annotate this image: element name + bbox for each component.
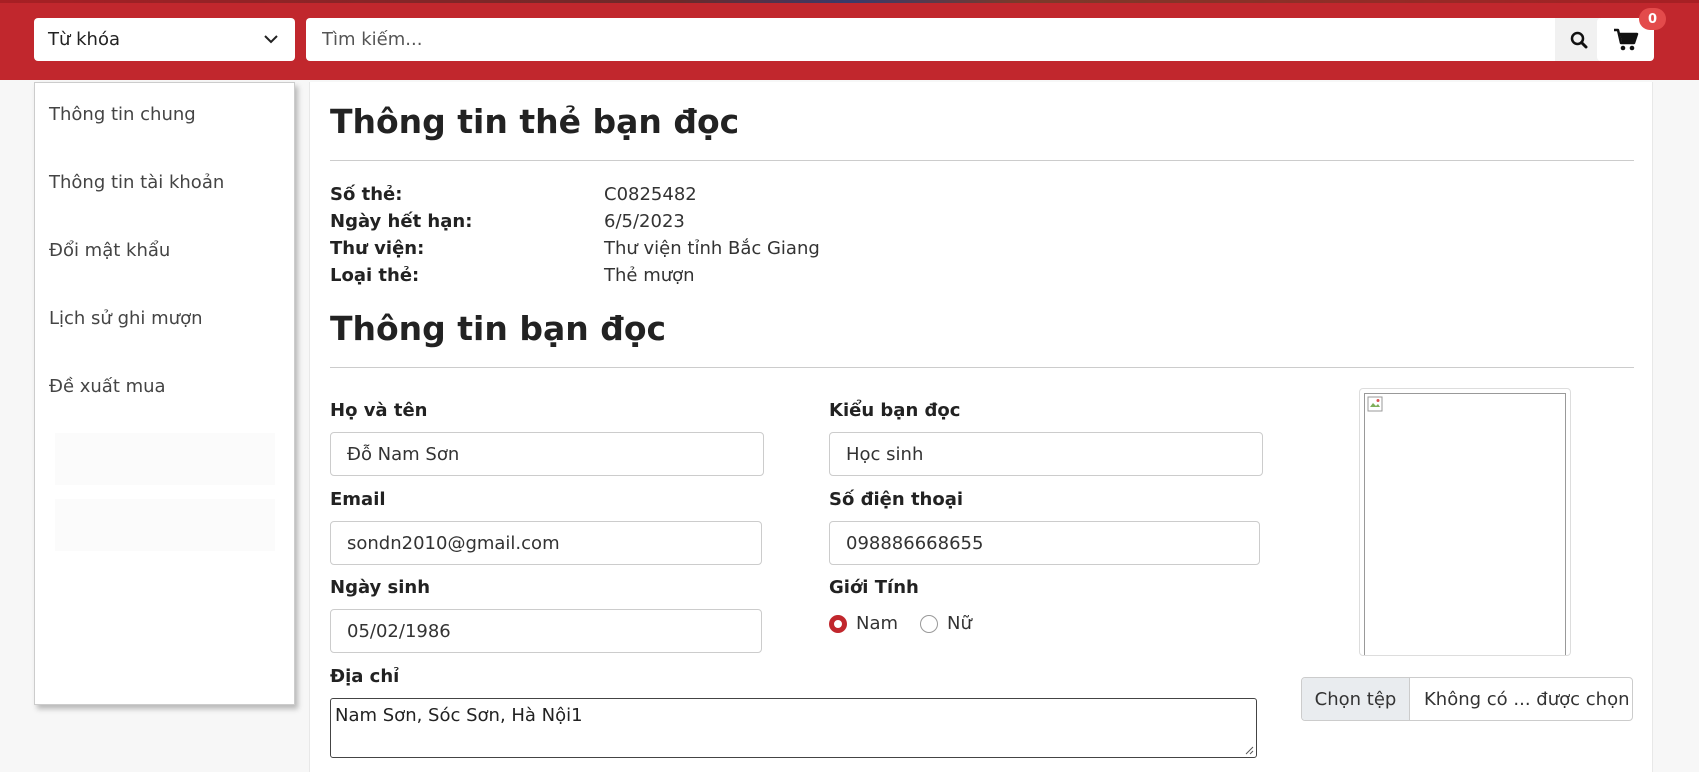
file-name-text: Không có ... được chọn — [1424, 688, 1630, 710]
dob-label: Ngày sinh — [330, 577, 431, 598]
cart-count-badge: 0 — [1639, 8, 1666, 30]
sidebar-item-purchase-proposal[interactable]: Đề xuất mua — [49, 376, 166, 397]
reader-type-label: Kiểu bạn đọc — [829, 400, 961, 421]
avatar-file-input[interactable]: Chọn tệp Không có ... được chọn — [1301, 677, 1633, 721]
resize-handle-icon[interactable] — [1244, 745, 1254, 755]
card-number-label: Số thẻ: — [330, 184, 403, 205]
divider — [330, 367, 1634, 368]
gender-female-radio[interactable] — [920, 615, 938, 633]
email-label: Email — [330, 489, 386, 510]
search-input[interactable] — [306, 19, 1555, 60]
gender-female-label: Nữ — [947, 613, 972, 634]
gender-male-label: Nam — [856, 613, 899, 634]
reader-info-title: Thông tin bạn đọc — [330, 309, 667, 348]
fullname-label: Họ và tên — [330, 400, 428, 421]
sidebar-item-general-info[interactable]: Thông tin chung — [49, 104, 196, 125]
phone-label: Số điện thoại — [829, 489, 964, 510]
expiry-date-label: Ngày hết hạn: — [330, 211, 473, 232]
header-banner-strip — [0, 0, 1699, 3]
avatar-photo-frame — [1359, 388, 1571, 656]
sidebar-placeholder-block — [55, 499, 275, 551]
chevron-down-icon — [264, 35, 278, 44]
gender-label: Giới Tính — [829, 577, 919, 598]
sidebar-placeholder-block — [55, 433, 275, 485]
reader-type-field[interactable] — [829, 432, 1263, 476]
sidebar-item-account-info[interactable]: Thông tin tài khoản — [49, 172, 224, 193]
address-text: Nam Sơn, Sóc Sơn, Hà Nội1 — [335, 705, 583, 726]
main-content: Thông tin thẻ bạn đọc Số thẻ: C0825482 N… — [309, 82, 1653, 772]
email-field[interactable] — [330, 521, 762, 565]
search-bar — [306, 18, 1603, 61]
address-label: Địa chỉ — [330, 666, 400, 687]
keyword-select-label: Từ khóa — [48, 29, 120, 50]
broken-image-icon — [1367, 396, 1383, 412]
divider — [330, 160, 1634, 161]
card-type-label: Loại thẻ: — [330, 265, 420, 286]
gender-male-radio[interactable] — [829, 615, 847, 633]
avatar — [1364, 393, 1566, 655]
account-sidebar: Thông tin chung Thông tin tài khoản Đổi … — [34, 82, 295, 705]
dob-field[interactable] — [330, 609, 762, 653]
fullname-field[interactable] — [330, 432, 764, 476]
search-icon — [1570, 31, 1588, 48]
search-button[interactable] — [1555, 18, 1603, 61]
address-textarea[interactable]: Nam Sơn, Sóc Sơn, Hà Nội1 — [330, 698, 1257, 758]
sidebar-item-borrow-history[interactable]: Lịch sử ghi mượn — [49, 308, 202, 329]
library-value: Thư viện tỉnh Bắc Giang — [604, 238, 820, 259]
card-number-value: C0825482 — [604, 184, 697, 205]
sidebar-item-change-password[interactable]: Đổi mật khẩu — [49, 240, 170, 261]
phone-field[interactable] — [829, 521, 1260, 565]
keyword-select[interactable]: Từ khóa — [34, 18, 295, 61]
cart-icon — [1613, 28, 1638, 50]
expiry-date-value: 6/5/2023 — [604, 211, 685, 232]
library-label: Thư viện: — [330, 238, 425, 259]
card-type-value: Thẻ mượn — [604, 265, 695, 286]
choose-file-button[interactable]: Chọn tệp — [1302, 678, 1410, 720]
card-info-title: Thông tin thẻ bạn đọc — [330, 102, 740, 141]
